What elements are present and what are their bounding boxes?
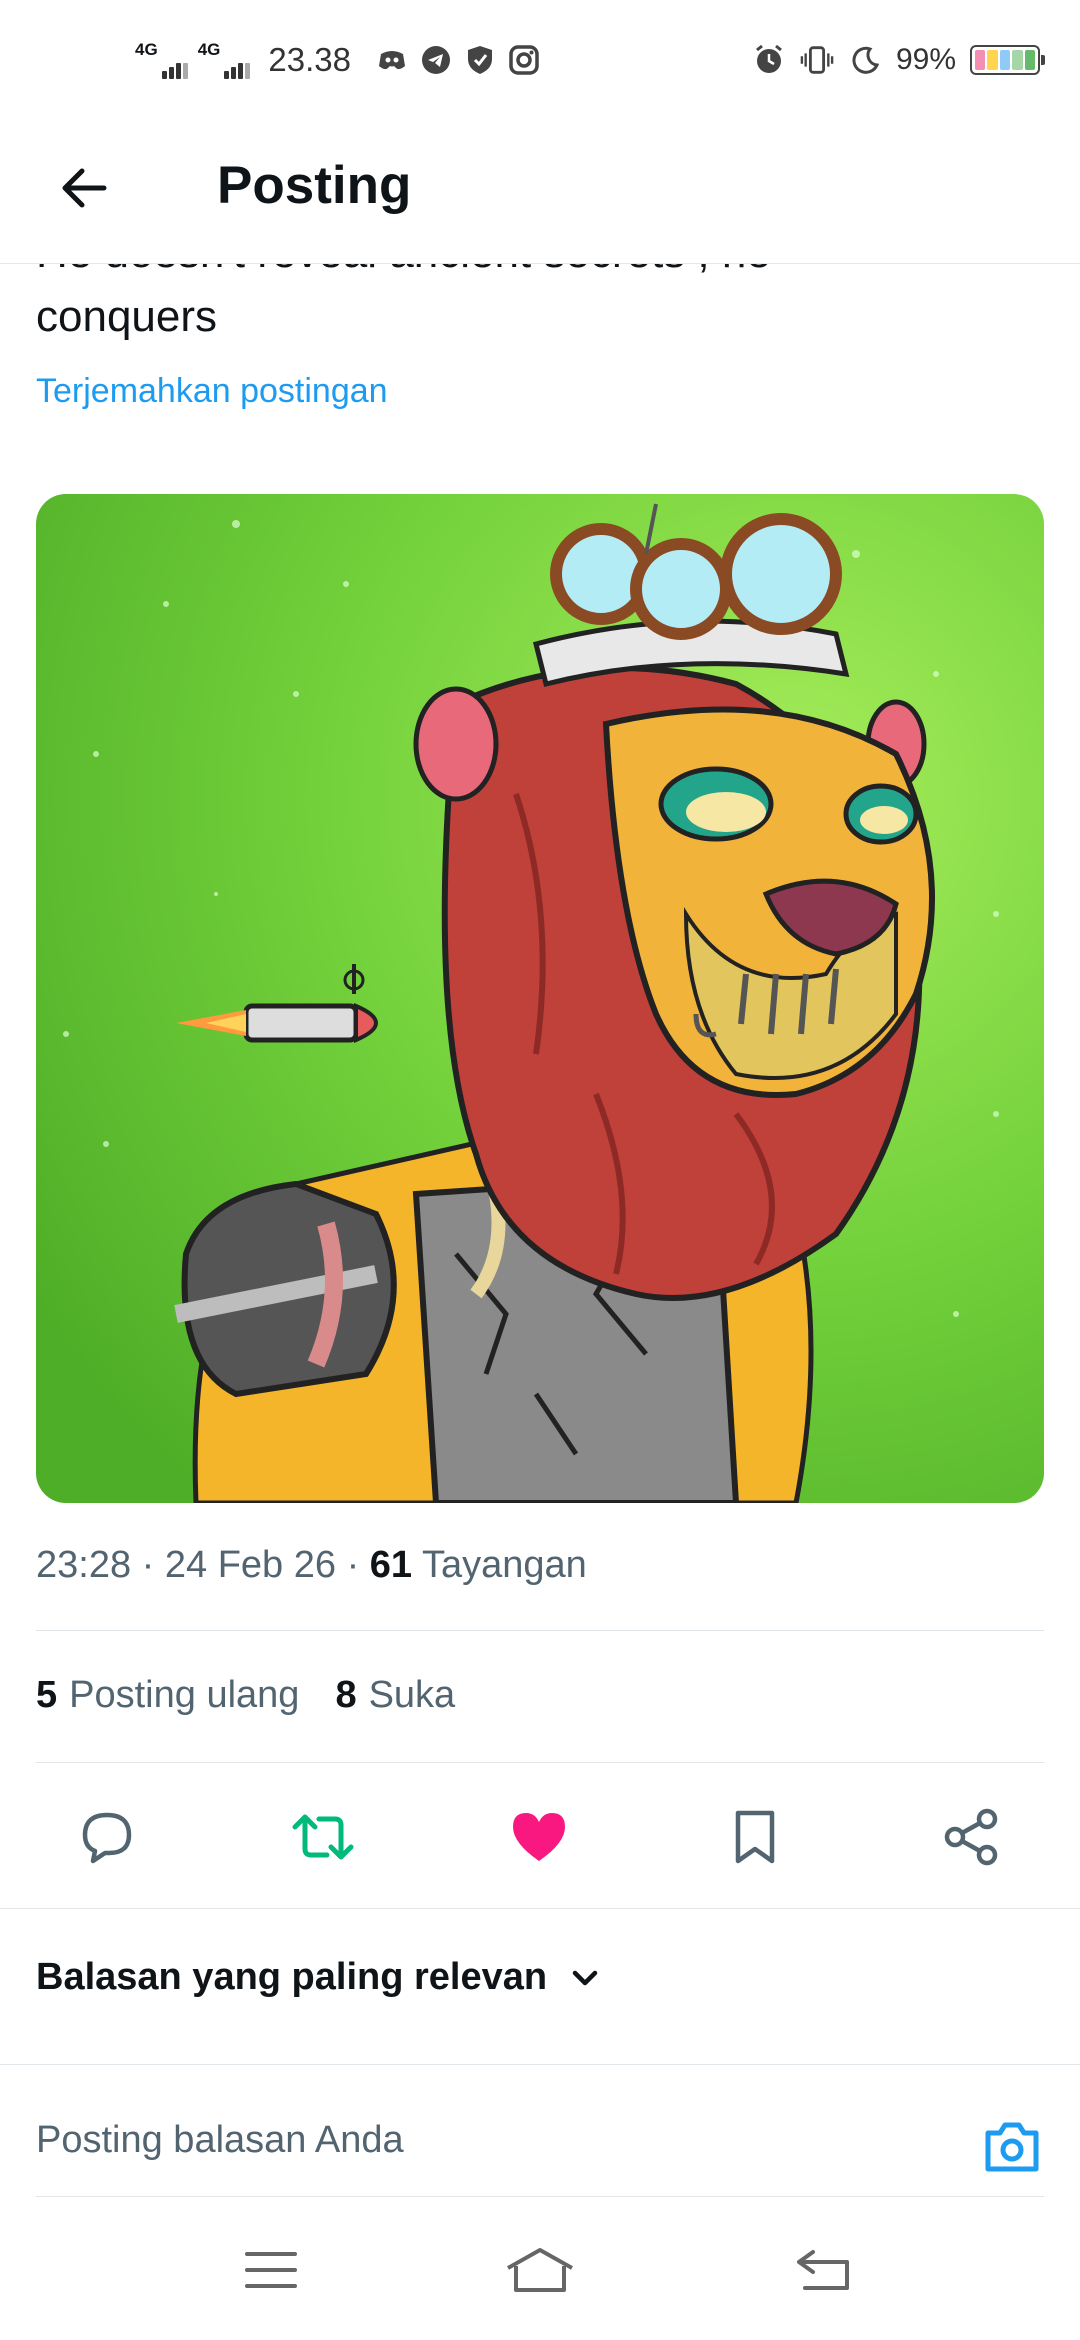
divider — [0, 1908, 1080, 1909]
post-text: conquers — [36, 292, 218, 341]
vibrate-icon — [800, 43, 834, 77]
translate-post-link[interactable]: Terjemahkan postingan — [36, 372, 388, 411]
lion-artwork-image — [36, 494, 1044, 1503]
reposts-stat[interactable]: 5 Posting ulang — [36, 1674, 299, 1717]
post-time: 23:28 — [36, 1544, 132, 1586]
status-time: 23.38 — [268, 41, 351, 78]
reply-sort-label: Balasan yang paling relevan — [36, 1956, 548, 1998]
menu-icon — [245, 2252, 297, 2288]
divider — [36, 2196, 1044, 2197]
reply-sort-dropdown[interactable]: Balasan yang paling relevan — [36, 1956, 603, 1999]
post-text-cut-line: He doesn't reveal ancient secrets , he — [36, 264, 1036, 276]
instagram-icon — [507, 43, 541, 77]
reposts-label: Posting ulang — [69, 1674, 300, 1716]
signal-2-icon: 4G — [198, 41, 251, 79]
divider — [36, 1762, 1044, 1763]
divider — [36, 1630, 1044, 1631]
likes-count: 8 — [335, 1674, 357, 1716]
repost-icon — [292, 1814, 354, 1860]
status-bar: 4G 4G 23.38 99% — [0, 0, 1080, 120]
like-button[interactable] — [504, 1802, 574, 1872]
heart-icon — [513, 1813, 565, 1861]
likes-stat[interactable]: 8 Suka — [335, 1674, 455, 1717]
nav-back-button[interactable] — [783, 2240, 863, 2300]
back-button[interactable] — [48, 152, 120, 224]
share-icon — [944, 1808, 998, 1866]
comment-icon — [82, 1812, 132, 1864]
system-nav-bar — [0, 2200, 1080, 2340]
page-title: Posting — [217, 156, 412, 215]
camera-icon — [985, 2122, 1039, 2172]
shield-icon — [463, 43, 497, 77]
signal-1-icon: 4G — [135, 41, 188, 79]
discord-icon — [375, 43, 409, 77]
back-icon — [797, 2250, 849, 2290]
nav-menu-button[interactable] — [231, 2240, 311, 2300]
post-stats: 5 Posting ulang 8 Suka — [36, 1674, 455, 1717]
camera-button[interactable] — [980, 2115, 1044, 2179]
top-app-bar: Posting — [0, 120, 1080, 264]
bookmark-button[interactable] — [720, 1802, 790, 1872]
post-meta: 23:28 · 24 Feb 26 · 61 Tayangan — [36, 1544, 587, 1586]
share-button[interactable] — [936, 1802, 1006, 1872]
reply-button[interactable] — [72, 1802, 142, 1872]
views-label[interactable]: Tayangan — [422, 1544, 587, 1586]
alarm-icon — [752, 43, 786, 77]
arrow-left-icon — [62, 168, 107, 208]
battery-percent: 99% — [895, 43, 956, 76]
battery-icon — [970, 45, 1045, 75]
post-date: 24 Feb 26 — [164, 1544, 337, 1586]
network-type-2: 4G — [197, 40, 221, 59]
chevron-down-icon — [572, 1970, 598, 1985]
views-count: 61 — [369, 1544, 413, 1586]
bookmark-icon — [735, 1810, 775, 1864]
post-image[interactable] — [36, 494, 1044, 1503]
divider — [0, 2064, 1080, 2065]
reposts-count: 5 — [36, 1674, 58, 1716]
telegram-icon — [419, 43, 453, 77]
likes-label: Suka — [368, 1674, 456, 1716]
reply-composer: Posting balasan Anda — [36, 2115, 1044, 2195]
home-icon — [507, 2248, 573, 2292]
nav-home-button[interactable] — [500, 2240, 580, 2300]
reply-input[interactable]: Posting balasan Anda — [36, 2119, 404, 2162]
moon-icon — [848, 43, 882, 77]
post-actions — [0, 1790, 1080, 1880]
network-type-1: 4G — [135, 40, 158, 59]
repost-button[interactable] — [288, 1802, 358, 1872]
